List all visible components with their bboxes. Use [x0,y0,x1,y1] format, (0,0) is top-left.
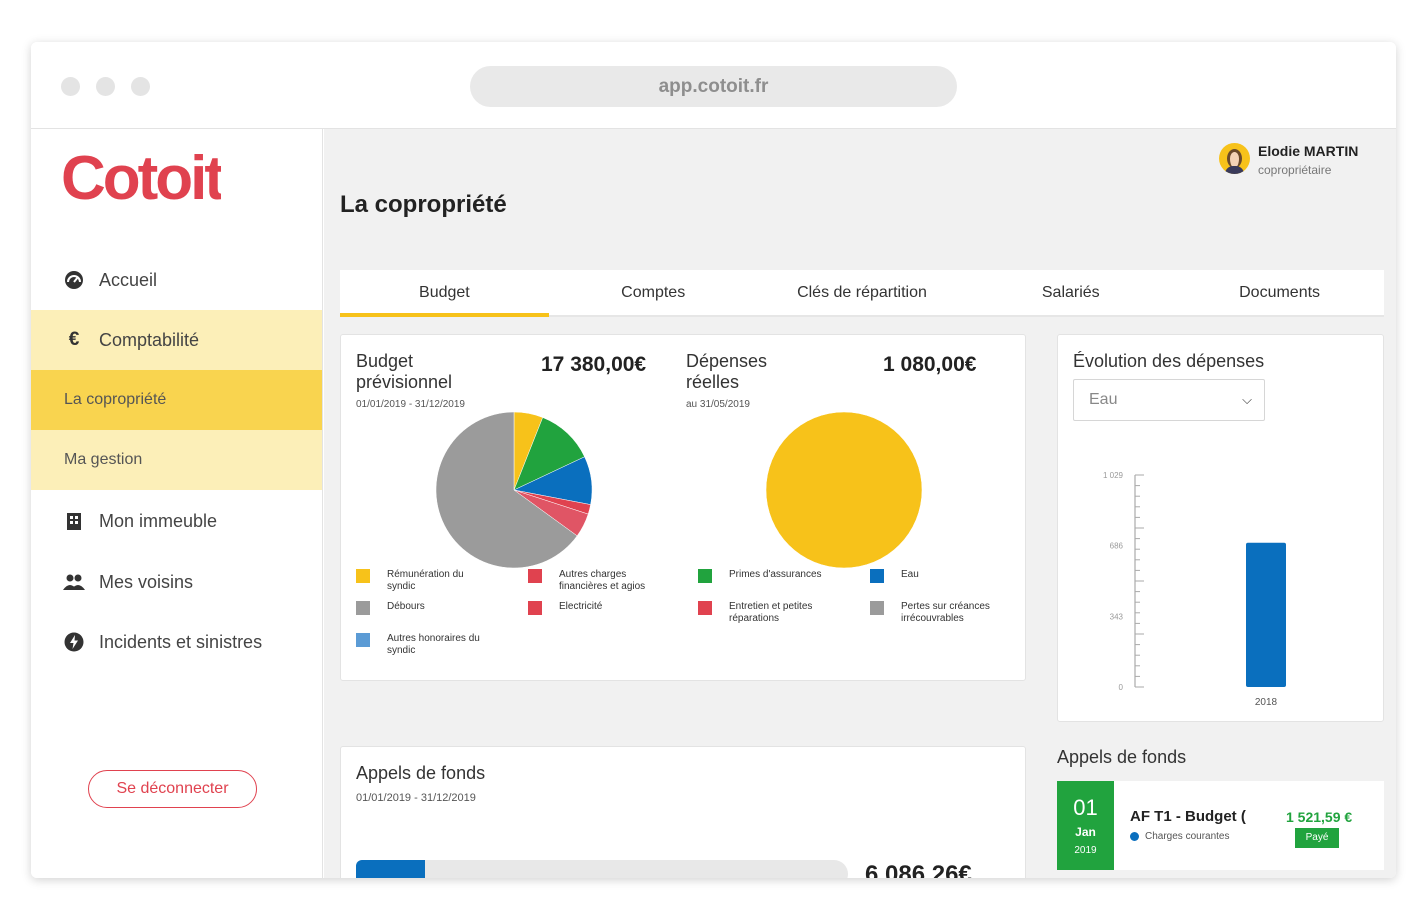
avatar [1219,143,1250,174]
cotoit-logo: Cotoit [61,147,221,205]
sidebar-item-label: Incidents et sinistres [99,631,263,652]
budget-period: 01/01/2019 - 31/12/2019 [356,399,465,410]
budget-amount: 17 380,00€ [541,353,647,376]
appels-progress-bar [356,860,848,878]
window-minimize-dot[interactable] [96,77,115,96]
budget-title: Budget prévisionnel [356,351,453,392]
user-name: Elodie MARTIN [1258,143,1359,159]
sidebar-item-label: Accueil [99,269,158,290]
appel-amount: 1 521,59 € [1286,809,1353,825]
evolution-card: Évolution des dépenses Eau ⌵ 0 343 686 1 02… [1057,334,1384,722]
evolution-title: Évolution des dépenses [1073,351,1265,371]
status-badge: Payé [1295,828,1339,848]
user-profile[interactable]: Elodie MARTIN copropriétaire [1219,143,1358,177]
logo-text: Cotoit [61,147,221,205]
building-icon [63,510,85,532]
depenses-title: Dépenses réelles [686,351,768,392]
legend-swatch [356,601,370,615]
appel-category: Charges courantes [1130,831,1230,842]
sidebar-item-label: Mon immeuble [99,510,218,531]
sidebar-item-label: Ma gestion [64,451,143,468]
appels-side-title: Appels de fonds [1057,747,1187,767]
appel-name: AF T1 - Budget ( [1130,808,1246,825]
y-tick-label: 686 [1110,542,1124,551]
appels-card: Appels de fonds 01/01/2019 - 31/12/2019 … [340,746,1026,878]
budget-card: Budget prévisionnel 01/01/2019 - 31/12/20… [340,334,1026,681]
sidebar-item-label: La copropriété [64,391,167,408]
tab-comptes[interactable]: Comptes [549,270,758,315]
legend-item: Pertes sur créances irrécouvrables [870,601,990,625]
legend-swatch [528,601,542,615]
browser-titlebar: app.cotoit.fr [31,42,1396,129]
legend-swatch [528,569,542,583]
legend-swatch [356,633,370,647]
depenses-amount: 1 080,00€ [883,353,977,376]
appel-date: 01 Jan 2019 [1057,781,1114,870]
bolt-icon [63,631,85,653]
main-content: Elodie MARTIN copropriétaire La copropri… [324,129,1396,878]
bar [1246,542,1286,687]
logout-button[interactable]: Se déconnecter [88,770,257,808]
tab-documents[interactable]: Documents [1175,270,1384,315]
sidebar: Cotoit Accueil € Comptabilité La copropr… [31,129,323,878]
page-title: La copropriété [340,191,507,218]
sidebar-item-label: Mes voisins [99,571,194,592]
legend-item: Eau [870,569,919,583]
appels-title: Appels de fonds [356,763,486,783]
legend-item: Débours [356,601,425,615]
legend-swatch [870,569,884,583]
pie-slice [765,411,923,569]
window-close-dot[interactable] [61,77,80,96]
tab-budget[interactable]: Budget [340,270,549,317]
y-tick-label: 343 [1110,612,1124,621]
y-tick-label: 1 029 [1103,471,1124,480]
legend-swatch [698,569,712,583]
legend-item: Autres honoraires du syndic [356,633,480,657]
tab-bar: Budget Comptes Clés de répartition Salar… [340,270,1384,317]
sidebar-item-mes-voisins[interactable]: Mes voisins [31,552,322,612]
sidebar-item-comptabilite[interactable]: € Comptabilité [31,310,322,370]
depenses-period: au 31/05/2019 [686,399,750,410]
legend-swatch [356,569,370,583]
sidebar-item-la-copropriete[interactable]: La copropriété [31,370,322,430]
legend-item: Autres charges financières et agios [528,569,645,593]
appels-amount: 6 086,26€ [865,861,972,878]
legend-item: Rémunération du syndic [356,569,464,593]
dashboard-icon [63,269,85,291]
euro-icon: € [68,329,80,350]
appels-period: 01/01/2019 - 31/12/2019 [356,792,476,804]
url-bar[interactable]: app.cotoit.fr [470,66,957,107]
user-role: copropriétaire [1258,163,1332,177]
sidebar-item-ma-gestion[interactable]: Ma gestion [31,430,322,490]
appel-list-item[interactable]: 01 Jan 2019 AF T1 - Budget ( Charges cou… [1057,781,1384,870]
sidebar-item-mon-immeuble[interactable]: Mon immeuble [31,491,322,551]
x-tick-label: 2018 [1255,697,1278,708]
browser-window: app.cotoit.fr Cotoit Accueil € Comptabil… [31,42,1396,878]
y-tick-label: 0 [1119,683,1124,692]
sidebar-item-incidents[interactable]: Incidents et sinistres [31,612,322,672]
tab-cles-de-repartition[interactable]: Clés de répartition [758,270,967,315]
sidebar-item-accueil[interactable]: Accueil [31,250,322,310]
sidebar-item-label: Comptabilité [99,329,200,350]
legend-item: Primes d'assurances [698,569,822,583]
depenses-pie-chart [765,411,923,569]
legend-item: Electricité [528,601,602,615]
legend-swatch [698,601,712,615]
chevron-down-icon: ⌵ [1242,392,1252,407]
category-dot-icon [1130,832,1139,841]
window-maximize-dot[interactable] [131,77,150,96]
evolution-bar-chart: 0 343 686 1 029 2018 [1103,471,1286,708]
appels-progress-fill [356,860,425,878]
legend-swatch [870,601,884,615]
budget-pie-chart [435,411,593,569]
people-icon [63,571,85,593]
expense-type-select[interactable]: Eau ⌵ [1073,379,1265,421]
legend-item: Entretien et petites réparations [698,601,812,625]
tab-salaries[interactable]: Salariés [966,270,1175,315]
